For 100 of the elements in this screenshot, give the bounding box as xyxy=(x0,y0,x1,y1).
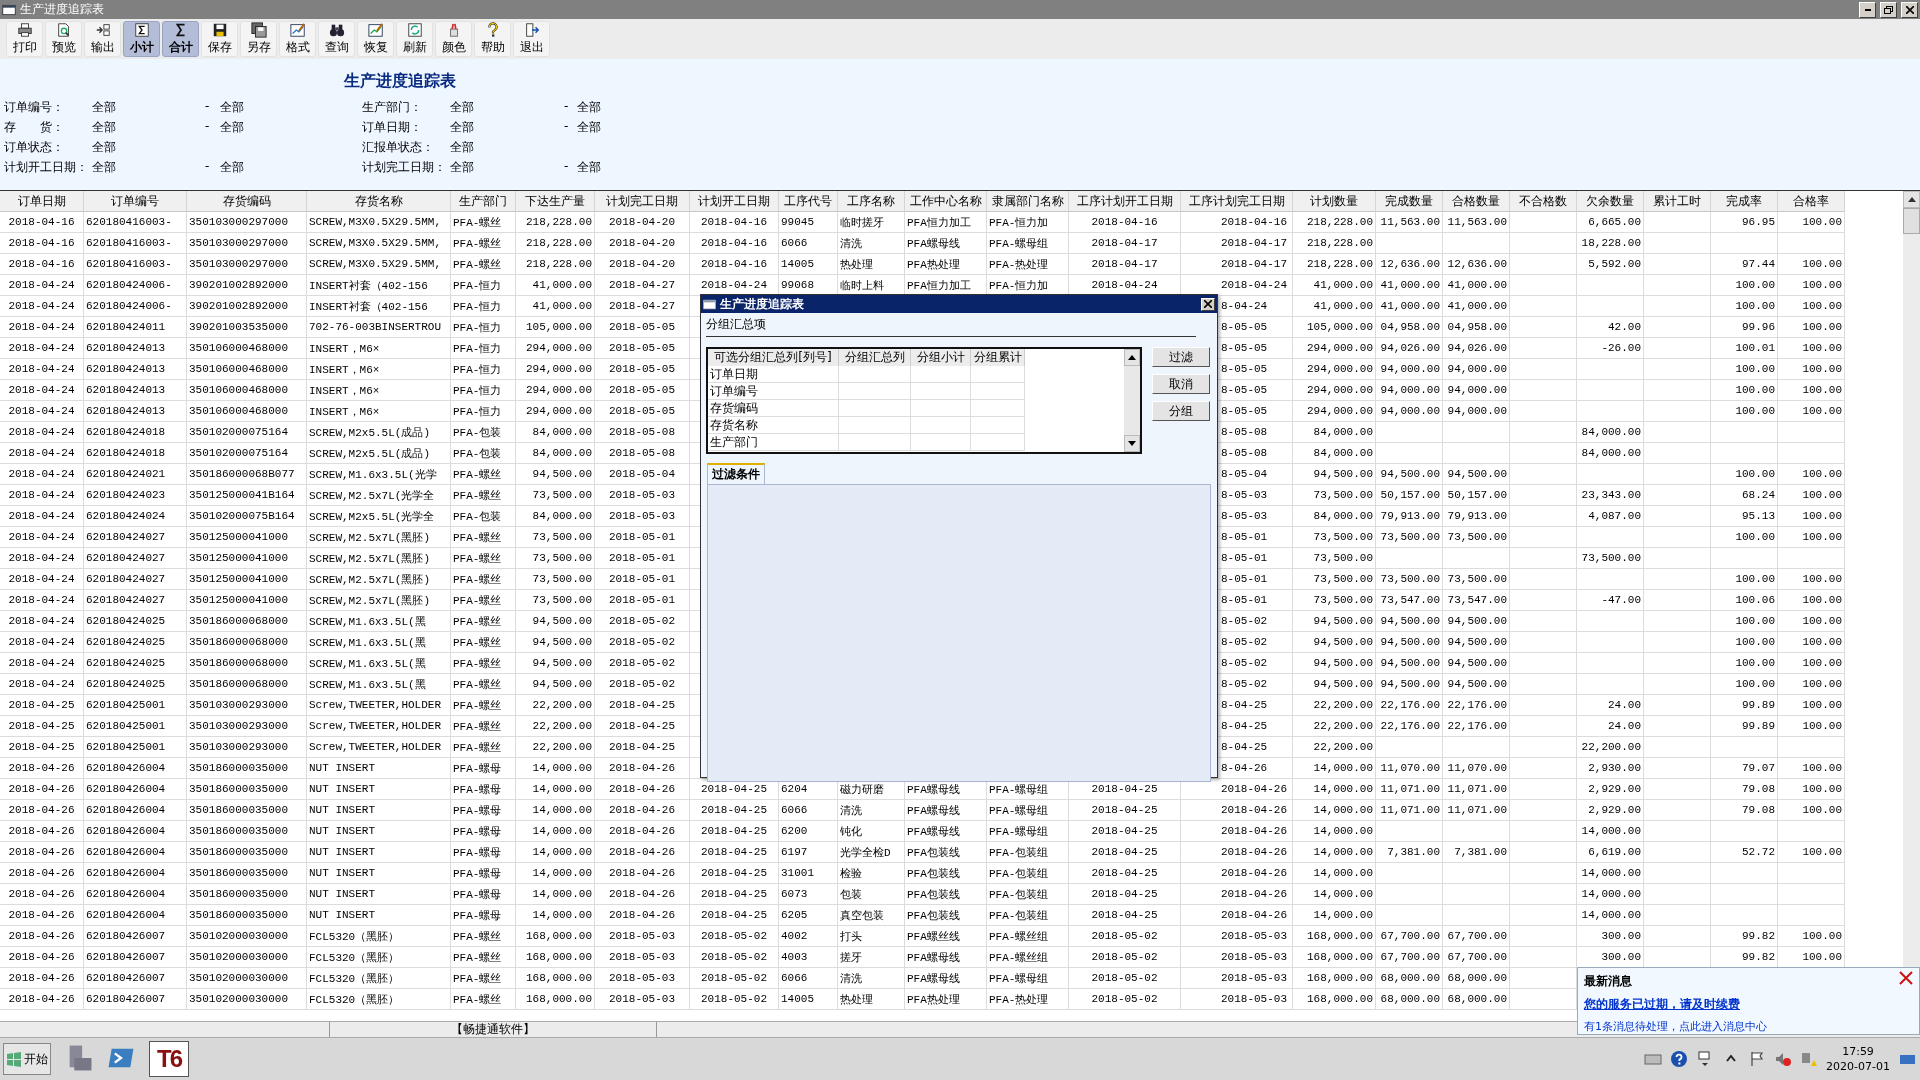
table-cell[interactable] xyxy=(911,400,971,417)
table-cell: 2018-04-24 xyxy=(0,632,84,653)
toolbar-button[interactable]: 退出 xyxy=(513,21,550,57)
column-header[interactable]: 合格率 xyxy=(1778,191,1845,212)
toolbar-button[interactable]: 小计 xyxy=(123,21,160,57)
list-item[interactable]: 订单编号 xyxy=(708,383,839,400)
table-cell[interactable] xyxy=(839,434,911,451)
table-cell: 94,500.00 xyxy=(1293,674,1376,695)
table-cell: 6066 xyxy=(779,233,838,254)
table-cell: PFA-恒力 xyxy=(451,380,516,401)
toolbar-button[interactable]: 输出 xyxy=(84,21,121,57)
column-header[interactable]: 完成数量 xyxy=(1376,191,1443,212)
table-cell xyxy=(1443,905,1510,926)
scroll-up-icon[interactable] xyxy=(1128,355,1137,360)
column-header[interactable]: 累计工时 xyxy=(1644,191,1711,212)
tab[interactable]: 过滤条件 xyxy=(707,463,765,484)
scroll-thumb[interactable] xyxy=(1903,208,1920,234)
column-header[interactable]: 工序计划开工日期 xyxy=(1069,191,1181,212)
table-cell: 31001 xyxy=(779,863,838,884)
table-cell xyxy=(1510,863,1577,884)
scrollbar[interactable] xyxy=(1124,349,1140,452)
scroll-down-icon[interactable] xyxy=(1128,441,1137,446)
column-header[interactable]: 完成率 xyxy=(1711,191,1778,212)
table-cell[interactable] xyxy=(839,400,911,417)
table-cell xyxy=(1644,443,1711,464)
table-cell: 94,500.00 xyxy=(1443,611,1510,632)
minimize-button[interactable] xyxy=(1859,1,1876,18)
column-header[interactable]: 存货编码 xyxy=(187,191,307,212)
dialog-button[interactable]: 分组 xyxy=(1152,401,1210,421)
table-cell: 73,500.00 xyxy=(1293,548,1376,569)
toolbar-button[interactable]: 合计 xyxy=(162,21,199,57)
group-list[interactable]: 可选分组汇总列[列号] 分组汇总列 分组小计 分组累计 订单日期 订单编号 存货编码 存货名称 生产部门 xyxy=(706,347,1142,454)
table-cell xyxy=(1510,569,1577,590)
table-cell[interactable] xyxy=(839,366,911,383)
table-cell[interactable] xyxy=(839,383,911,400)
column-header[interactable]: 工序名称 xyxy=(838,191,905,212)
column-header[interactable]: 计划完工日期 xyxy=(595,191,690,212)
table-cell xyxy=(1443,821,1510,842)
list-item[interactable]: 存货编码 xyxy=(708,400,839,417)
table-cell: PFA包装线 xyxy=(905,884,987,905)
toolbar-button[interactable]: 刷新 xyxy=(396,21,433,57)
list-item[interactable]: 存货名称 xyxy=(708,417,839,434)
table-cell[interactable] xyxy=(839,417,911,434)
column-header[interactable]: 生产部门 xyxy=(451,191,516,212)
table-cell: 294,000.00 xyxy=(516,359,595,380)
column-header[interactable]: 工序计划完工日期 xyxy=(1181,191,1293,212)
list-item[interactable]: 订单日期 xyxy=(708,366,839,383)
table-cell[interactable] xyxy=(971,383,1025,400)
table-cell xyxy=(1644,674,1711,695)
table-cell: 热处理 xyxy=(838,254,905,275)
toolbar-button[interactable]: 格式 xyxy=(279,21,316,57)
table-cell: 350186000035000 xyxy=(187,905,307,926)
scroll-up-icon[interactable] xyxy=(1907,197,1916,202)
column-header[interactable]: 工作中心名称 xyxy=(905,191,987,212)
table-cell: 350106000468000 xyxy=(187,338,307,359)
table-cell[interactable] xyxy=(911,366,971,383)
table-cell: 包装 xyxy=(838,884,905,905)
toolbar-button[interactable]: 颜色 xyxy=(435,21,472,57)
table-cell: 350103000293000 xyxy=(187,716,307,737)
table-cell[interactable] xyxy=(971,366,1025,383)
toolbar-button[interactable]: 帮助 xyxy=(474,21,511,57)
toolbar-button[interactable]: 恢复 xyxy=(357,21,394,57)
table-cell[interactable] xyxy=(971,434,1025,451)
table-cell: 67,700.00 xyxy=(1443,926,1510,947)
toolbar-button[interactable]: 预览 xyxy=(45,21,82,57)
table-cell[interactable] xyxy=(911,383,971,400)
column-header[interactable]: 工序代号 xyxy=(779,191,838,212)
column-header[interactable]: 合格数量 xyxy=(1443,191,1510,212)
column-header[interactable]: 订单编号 xyxy=(84,191,187,212)
renew-link[interactable]: 您的服务已过期，请及时续费 xyxy=(1584,997,1740,1011)
taskbar-app-button[interactable]: T6 xyxy=(149,1041,189,1077)
table-cell: 390201003535000 xyxy=(187,317,307,338)
close-button[interactable] xyxy=(1201,297,1215,311)
column-header[interactable]: 下达生产量 xyxy=(516,191,595,212)
toolbar-button[interactable]: 打印 xyxy=(6,21,43,57)
list-item[interactable]: 生产部门 xyxy=(708,434,839,451)
table-cell xyxy=(1778,905,1845,926)
toolbar-button[interactable]: 查询 xyxy=(318,21,355,57)
column-header[interactable]: 订单日期 xyxy=(0,191,84,212)
column-header[interactable]: 存货名称 xyxy=(307,191,451,212)
column-header[interactable]: 不合格数 xyxy=(1510,191,1577,212)
table-cell: 04,958.00 xyxy=(1443,317,1510,338)
restore-button[interactable] xyxy=(1880,1,1897,18)
column-header[interactable]: 欠余数量 xyxy=(1577,191,1644,212)
toolbar-button[interactable]: 保存 xyxy=(201,21,238,57)
table-cell[interactable] xyxy=(971,400,1025,417)
dialog-button[interactable]: 过滤 xyxy=(1152,347,1210,367)
column-header[interactable]: 计划数量 xyxy=(1293,191,1376,212)
table-cell: 2018-04-24 xyxy=(0,527,84,548)
table-cell xyxy=(1711,863,1778,884)
dialog-button[interactable]: 取消 xyxy=(1152,374,1210,394)
close-button[interactable] xyxy=(1901,1,1918,18)
column-header[interactable]: 计划开工日期 xyxy=(690,191,779,212)
toolbar-button[interactable]: 另存 xyxy=(240,21,277,57)
table-cell[interactable] xyxy=(971,417,1025,434)
table-cell[interactable] xyxy=(911,434,971,451)
column-header[interactable]: 隶属部门名称 xyxy=(987,191,1069,212)
message-link[interactable]: 有1条消息待处理，点此进入消息中心 xyxy=(1584,1020,1767,1033)
table-cell[interactable] xyxy=(911,417,971,434)
start-button[interactable]: 开始 xyxy=(3,1043,51,1075)
